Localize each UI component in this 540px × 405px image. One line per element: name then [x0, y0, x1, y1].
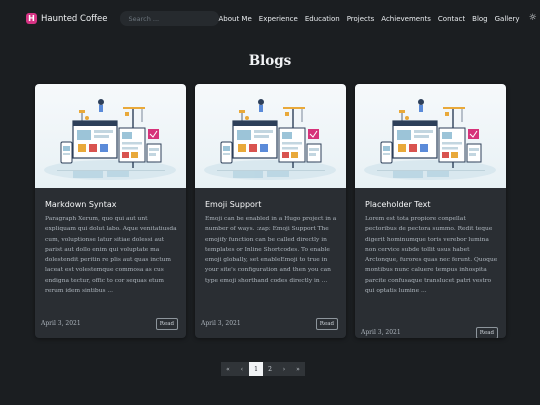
post-thumbnail-illustration[interactable] — [195, 84, 346, 188]
top-navbar: H Haunted Coffee About Me Experience Edu… — [0, 0, 540, 37]
post-thumbnail-illustration[interactable] — [35, 84, 186, 188]
post-date: April 3, 2021 — [41, 320, 81, 327]
post-title[interactable]: Markdown Syntax — [45, 200, 117, 209]
pagination-last-button[interactable]: » — [291, 362, 305, 376]
nav-link-about-me[interactable]: About Me — [219, 15, 252, 23]
brand-name: Haunted Coffee — [41, 13, 108, 24]
post-title[interactable]: Emoji Support — [205, 200, 261, 209]
post-excerpt: Emoji can be enabled in a Hugo project i… — [205, 216, 337, 284]
post-excerpt: Lorem est tota propiore conpellat pector… — [365, 216, 498, 295]
pagination: « ‹ 1 2 › » — [221, 362, 305, 376]
pagination-prev-button[interactable]: ‹ — [235, 362, 249, 376]
read-button[interactable]: Read — [475, 327, 498, 338]
pagination-page-1[interactable]: 1 — [249, 362, 263, 376]
nav-link-education[interactable]: Education — [305, 15, 340, 23]
pagination-next-button[interactable]: › — [277, 362, 291, 376]
pagination-page-2[interactable]: 2 — [263, 362, 277, 376]
blog-card: Markdown Syntax Paragraph Xerum, quo qui… — [35, 84, 186, 338]
post-date: April 3, 2021 — [201, 320, 241, 327]
blog-card: Emoji Support Emoji can be enabled in a … — [195, 84, 346, 338]
pagination-first-button[interactable]: « — [221, 362, 235, 376]
nav-links: About Me Experience Education Projects A… — [219, 14, 537, 23]
post-thumbnail-illustration[interactable] — [355, 84, 506, 188]
search-input[interactable] — [119, 11, 219, 26]
read-button[interactable]: Read — [315, 318, 338, 330]
post-date: April 3, 2021 — [361, 329, 401, 336]
page-title: Blogs — [248, 53, 292, 69]
brand-logo-icon: H — [26, 13, 37, 24]
blog-card: Placeholder Text Lorem est tota propiore… — [355, 84, 506, 338]
nav-link-achievements[interactable]: Achievements — [381, 15, 431, 23]
brand[interactable]: H Haunted Coffee — [26, 13, 108, 24]
post-excerpt: Paragraph Xerum, quo qui aut unt expliqu… — [45, 216, 177, 295]
post-title[interactable]: Placeholder Text — [365, 200, 430, 209]
read-button[interactable]: Read — [155, 318, 178, 330]
nav-link-projects[interactable]: Projects — [347, 15, 375, 23]
nav-link-experience[interactable]: Experience — [259, 15, 298, 23]
nav-link-blog[interactable]: Blog — [472, 15, 487, 23]
nav-link-gallery[interactable]: Gallery — [495, 15, 520, 23]
theme-toggle-sun-icon[interactable]: ☼ — [529, 14, 537, 23]
nav-link-contact[interactable]: Contact — [438, 15, 465, 23]
